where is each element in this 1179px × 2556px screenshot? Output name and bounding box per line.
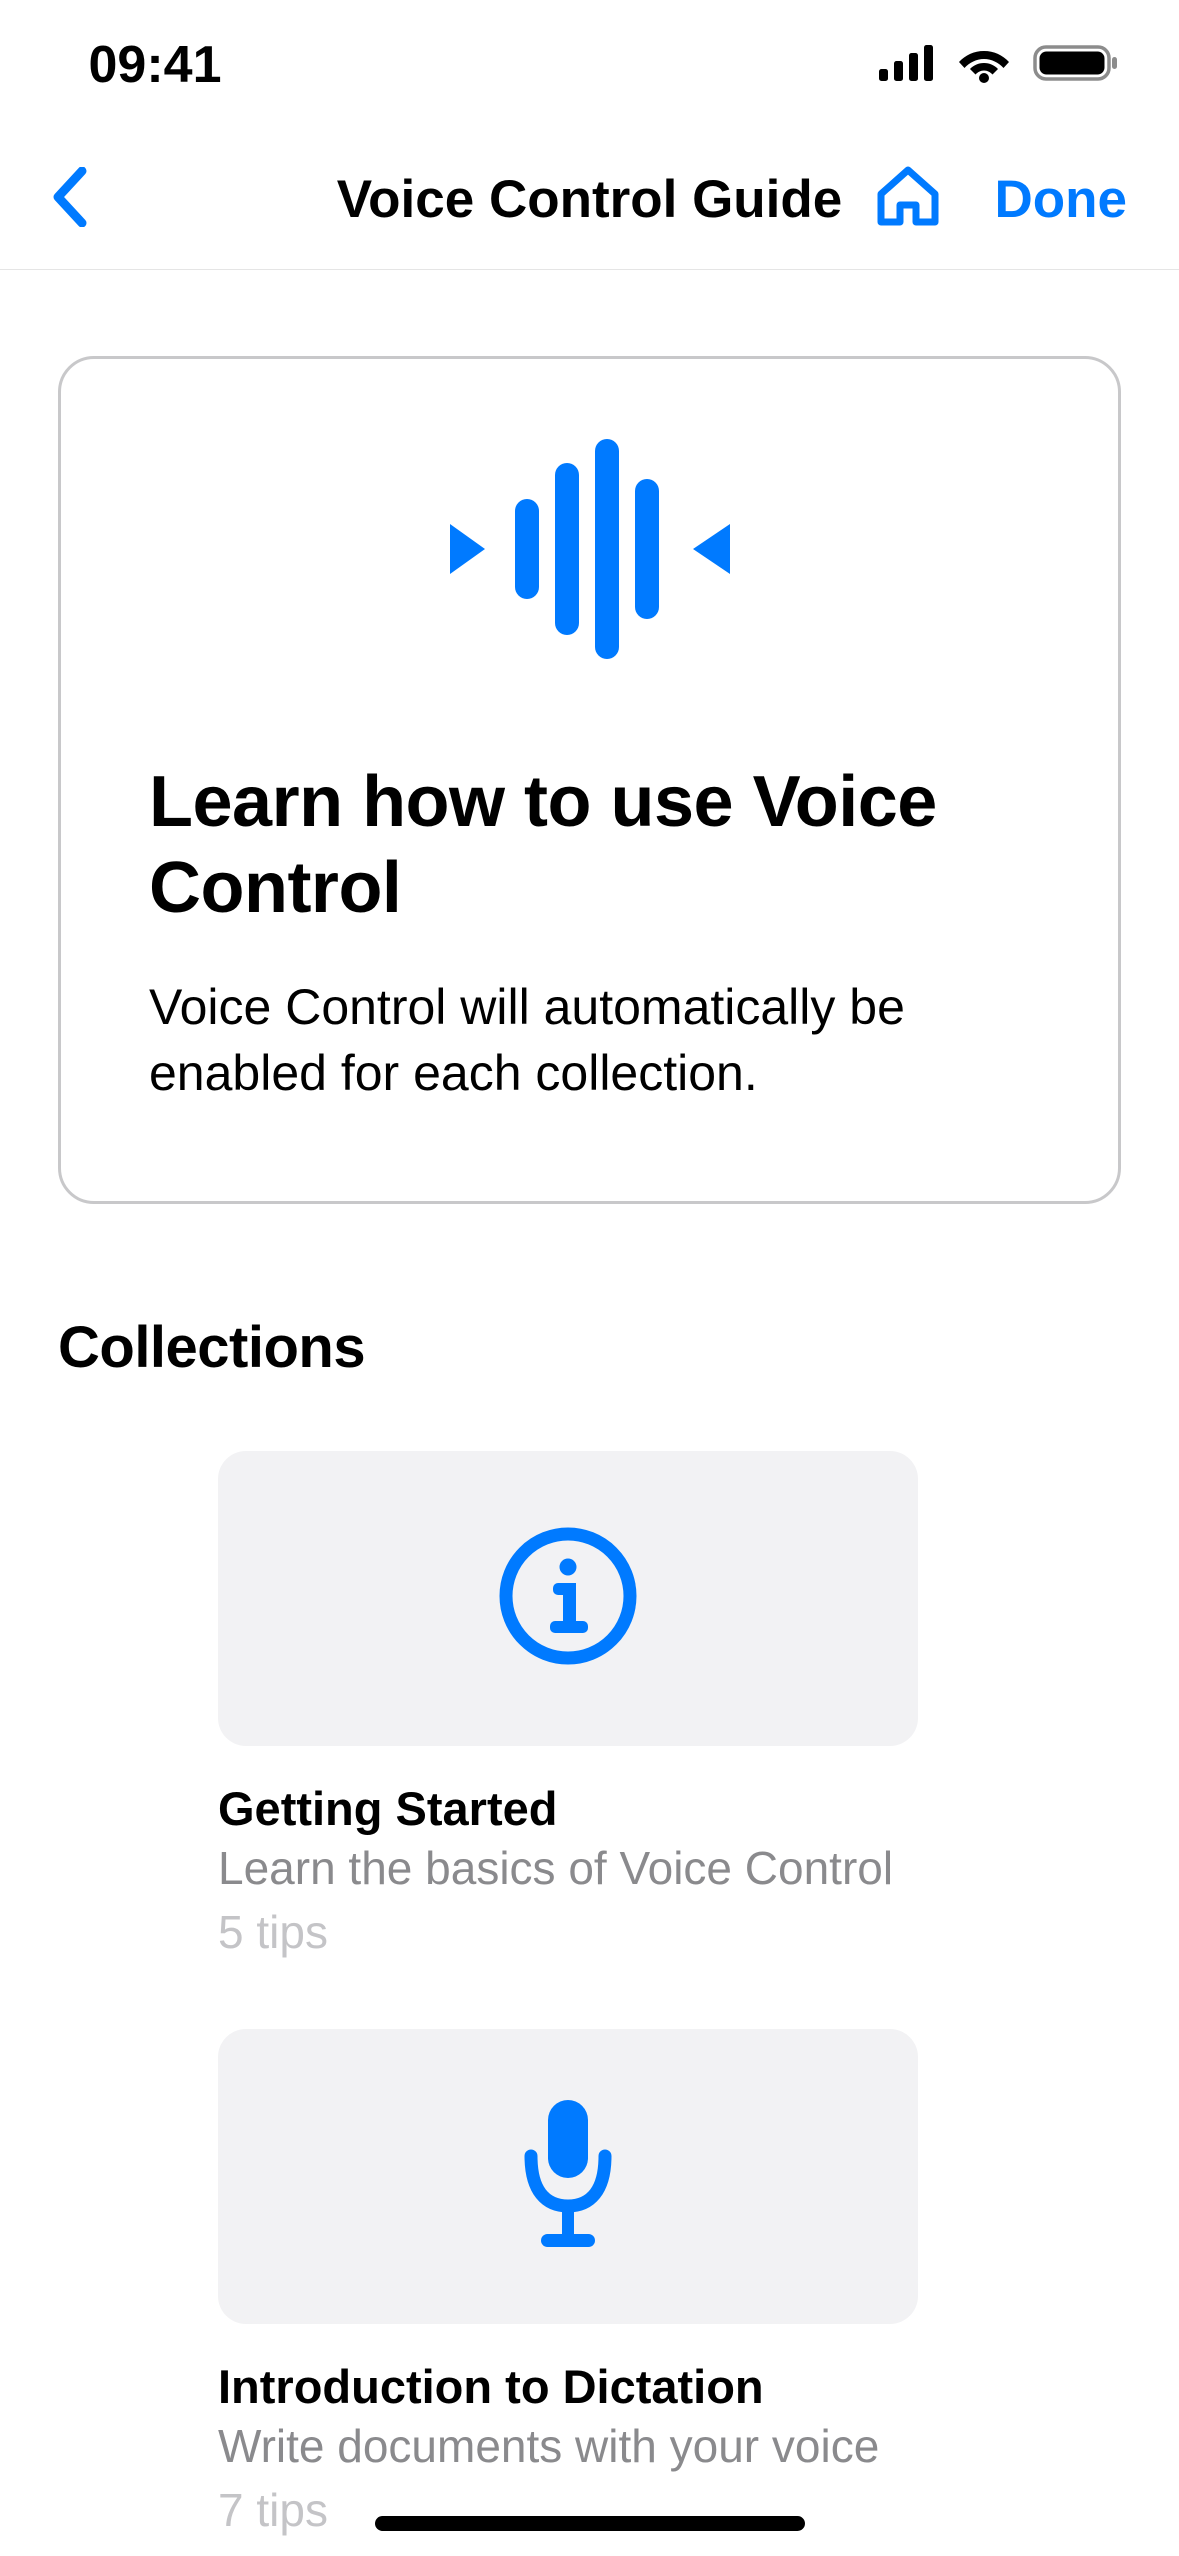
hero-subtitle: Voice Control will automatically be enab… — [149, 974, 1030, 1106]
wifi-icon — [957, 43, 1011, 88]
home-button[interactable] — [873, 164, 943, 235]
voice-control-waveform-icon — [149, 429, 1030, 759]
collection-icon-box — [218, 1451, 918, 1746]
hero-title: Learn how to use Voice Control — [149, 759, 1030, 932]
collections-heading: Collections — [58, 1314, 1121, 1381]
hero-card: Learn how to use Voice Control Voice Con… — [58, 356, 1121, 1204]
collection-description: Learn the basics of Voice Control — [218, 1841, 1121, 1895]
collection-tip-count: 5 tips — [218, 1905, 1121, 1959]
collection-title: Getting Started — [218, 1781, 1121, 1836]
collection-icon-box — [218, 2029, 918, 2324]
microphone-icon — [503, 2094, 633, 2259]
info-icon — [493, 1521, 643, 1676]
battery-icon — [1033, 43, 1119, 88]
status-bar: 09:41 — [0, 0, 1179, 130]
status-indicators — [879, 43, 1119, 88]
status-time: 09:41 — [0, 35, 310, 95]
back-button[interactable] — [52, 167, 88, 232]
page-title: Voice Control Guide — [337, 169, 843, 230]
collection-title: Introduction to Dictation — [218, 2359, 1121, 2414]
done-button[interactable]: Done — [995, 169, 1128, 230]
collection-description: Write documents with your voice — [218, 2419, 1121, 2473]
collection-item-getting-started[interactable]: Getting Started Learn the basics of Voic… — [218, 1451, 1121, 1959]
content-area: Learn how to use Voice Control Voice Con… — [0, 356, 1179, 2537]
collection-item-introduction-to-dictation[interactable]: Introduction to Dictation Write document… — [218, 2029, 1121, 2537]
home-indicator[interactable] — [375, 2516, 805, 2531]
cellular-icon — [879, 45, 935, 86]
navigation-bar: Voice Control Guide Done — [0, 130, 1179, 270]
